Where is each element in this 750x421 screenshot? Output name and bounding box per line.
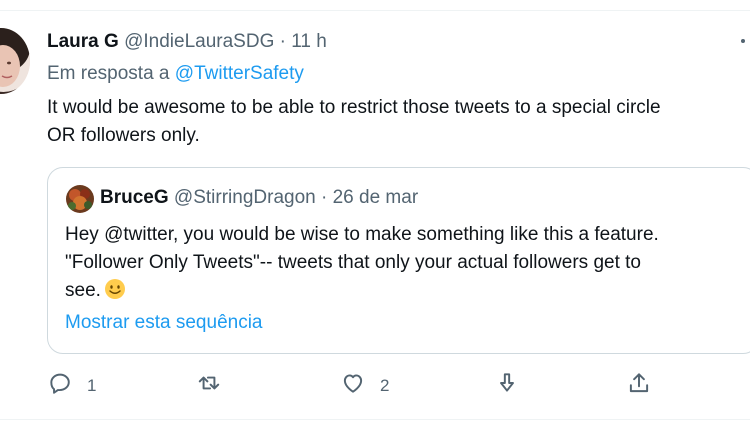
quoted-text-line: see. [65, 280, 101, 301]
bookmark-button[interactable] [494, 370, 520, 401]
show-thread-link[interactable]: Mostrar esta sequência [65, 312, 263, 334]
tweet-time[interactable]: 11 h [291, 31, 327, 52]
share-icon [626, 370, 652, 401]
top-divider [0, 0, 750, 11]
more-icon[interactable] [741, 39, 745, 43]
quoted-text-line: Hey @twitter, you would be wise to make … [65, 224, 659, 245]
bottom-divider [0, 419, 750, 420]
author-avatar[interactable] [0, 28, 30, 94]
quoted-tweet-text: Hey @twitter, you would be wise to make … [65, 221, 659, 305]
author-name[interactable]: Laura G [47, 31, 119, 52]
tweet-text-line: OR followers only. [47, 125, 200, 146]
quoted-header-separator: · [321, 187, 328, 208]
quoted-tweet-date: 26 de mar [332, 187, 419, 208]
quoted-text-line-last: see. [65, 277, 659, 305]
quoted-author-avatar [66, 185, 94, 213]
quoted-tweet-header: BruceG @StirringDragon · 26 de mar [100, 187, 418, 209]
tweet-actions: 1 2 [0, 370, 750, 406]
reply-count: 1 [87, 375, 97, 395]
author-handle[interactable]: @IndieLauraSDG [124, 31, 274, 52]
tweet-text-line: It would be awesome to be able to restri… [47, 97, 661, 118]
quoted-author-handle: @StirringDragon [173, 187, 316, 208]
like-button[interactable]: 2 [340, 370, 389, 401]
quoted-tweet-card[interactable]: BruceG @StirringDragon · 26 de mar Hey @… [47, 167, 750, 354]
like-count: 2 [380, 375, 390, 395]
tweet-text: It would be awesome to be able to restri… [47, 94, 750, 150]
like-icon [340, 370, 366, 401]
retweet-icon [196, 370, 222, 401]
quoted-author-name: BruceG [100, 187, 169, 208]
reply-context: Em resposta a @TwitterSafety [47, 63, 304, 85]
tweet-header: Laura G @IndieLauraSDG · 11 h [47, 31, 327, 53]
bookmark-icon [494, 370, 520, 401]
smile-emoji-icon [104, 278, 126, 300]
header-separator: · [279, 31, 286, 52]
reply-button[interactable]: 1 [47, 370, 96, 401]
reply-mention-link[interactable]: @TwitterSafety [175, 63, 304, 84]
reply-prefix: Em resposta a [47, 63, 170, 84]
reply-icon [47, 370, 73, 401]
quoted-text-line: "Follower Only Tweets"-- tweets that onl… [65, 252, 641, 273]
retweet-button[interactable] [196, 370, 222, 401]
share-button[interactable] [626, 370, 652, 401]
